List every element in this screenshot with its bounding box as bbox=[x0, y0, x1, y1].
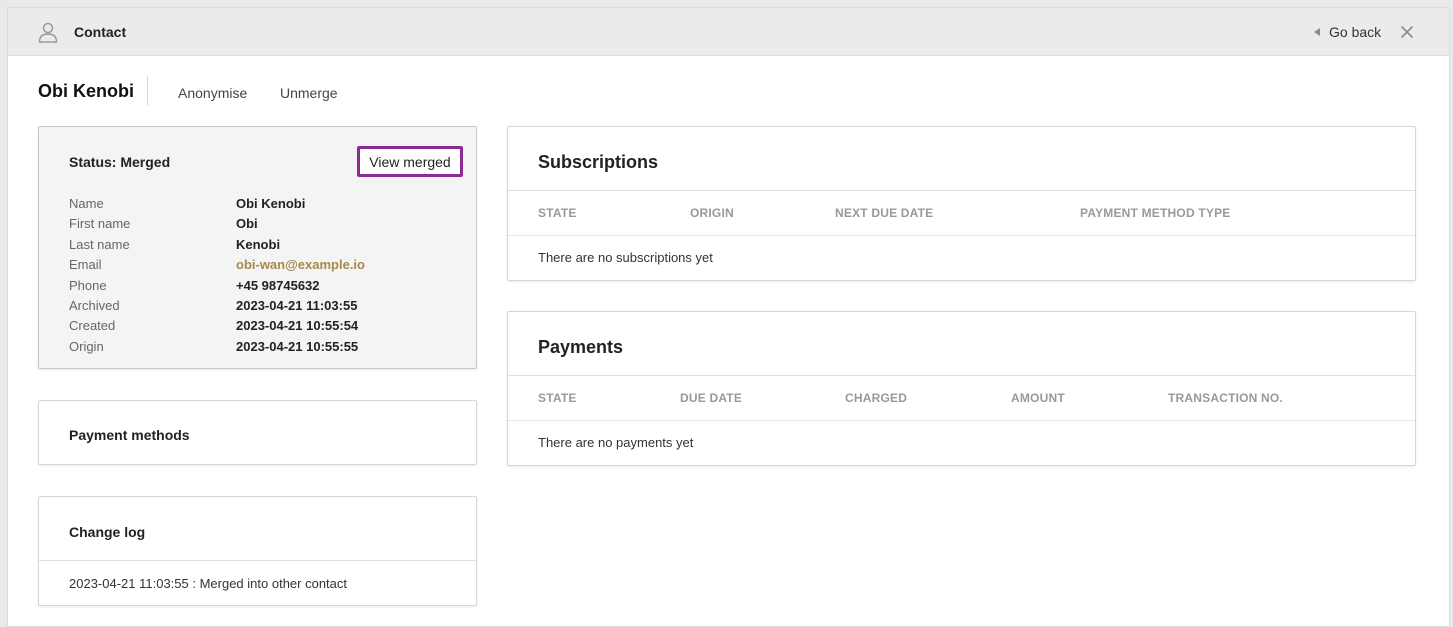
divider bbox=[508, 375, 1415, 376]
payment-methods-title: Payment methods bbox=[69, 427, 190, 443]
subscriptions-card: Subscriptions STATE ORIGIN NEXT DUE DATE… bbox=[507, 126, 1416, 281]
field-value: +45 98745632 bbox=[236, 277, 320, 293]
column-header-state[interactable]: STATE bbox=[538, 391, 577, 405]
column-header-state[interactable]: STATE bbox=[538, 206, 577, 220]
payment-methods-card: Payment methods bbox=[38, 400, 477, 465]
triangle-left-icon bbox=[1314, 28, 1320, 36]
column-header-due-date[interactable]: DUE DATE bbox=[680, 391, 742, 405]
person-icon bbox=[38, 22, 58, 43]
contact-panel: Contact Go back Obi Kenobi Anonymise Unm… bbox=[7, 7, 1450, 627]
close-icon[interactable] bbox=[1399, 24, 1415, 40]
change-log-title: Change log bbox=[69, 524, 146, 540]
payments-card: Payments STATE DUE DATE CHARGED AMOUNT T… bbox=[507, 311, 1416, 466]
change-log-entry: 2023-04-21 11:03:55 : Merged into other … bbox=[69, 576, 348, 591]
field-label: Phone bbox=[69, 277, 107, 293]
divider bbox=[39, 560, 476, 561]
go-back-button[interactable]: Go back bbox=[1314, 23, 1381, 41]
panel-title: Contact bbox=[74, 24, 127, 40]
column-header-transaction-no[interactable]: TRANSACTION NO. bbox=[1168, 391, 1283, 405]
anonymise-button[interactable]: Anonymise bbox=[178, 85, 247, 101]
field-label: Last name bbox=[69, 236, 130, 252]
field-label: Created bbox=[69, 318, 116, 334]
divider bbox=[508, 235, 1415, 236]
view-merged-button[interactable]: View merged bbox=[357, 146, 463, 177]
contact-name: Obi Kenobi bbox=[38, 81, 134, 101]
payments-empty-message: There are no payments yet bbox=[538, 435, 694, 450]
column-header-origin[interactable]: ORIGIN bbox=[690, 206, 734, 220]
email-link[interactable]: obi-wan@example.io bbox=[236, 257, 365, 272]
field-value: Kenobi bbox=[236, 236, 281, 252]
field-value: 2023-04-21 10:55:54 bbox=[236, 318, 359, 334]
panel-header: Contact Go back bbox=[8, 8, 1449, 56]
divider bbox=[508, 420, 1415, 421]
subscriptions-empty-message: There are no subscriptions yet bbox=[538, 250, 713, 265]
column-header-amount[interactable]: AMOUNT bbox=[1011, 391, 1065, 405]
column-header-next-due-date[interactable]: NEXT DUE DATE bbox=[835, 206, 933, 220]
field-value: 2023-04-21 11:03:55 bbox=[236, 297, 358, 313]
field-label: First name bbox=[69, 216, 131, 232]
go-back-label: Go back bbox=[1329, 24, 1382, 40]
unmerge-button[interactable]: Unmerge bbox=[280, 85, 338, 101]
change-log-card: Change log 2023-04-21 11:03:55 : Merged … bbox=[38, 496, 477, 606]
heading-divider bbox=[147, 76, 148, 106]
field-label: Archived bbox=[69, 297, 120, 313]
field-value: Obi Kenobi bbox=[236, 196, 306, 211]
status-card: Status: Merged View merged Name Obi Keno… bbox=[38, 126, 477, 369]
status-title: Status: Merged bbox=[69, 154, 171, 170]
field-label: Email bbox=[69, 257, 102, 273]
field-value: Obi bbox=[236, 216, 258, 232]
field-value: 2023-04-21 10:55:55 bbox=[236, 338, 359, 354]
payments-title: Payments bbox=[538, 337, 624, 357]
field-label: Origin bbox=[69, 338, 104, 354]
subscriptions-title: Subscriptions bbox=[538, 152, 659, 172]
divider bbox=[508, 190, 1415, 191]
column-header-charged[interactable]: CHARGED bbox=[845, 391, 907, 405]
field-label: Name bbox=[69, 196, 104, 211]
column-header-payment-method-type[interactable]: PAYMENT METHOD TYPE bbox=[1080, 206, 1230, 220]
